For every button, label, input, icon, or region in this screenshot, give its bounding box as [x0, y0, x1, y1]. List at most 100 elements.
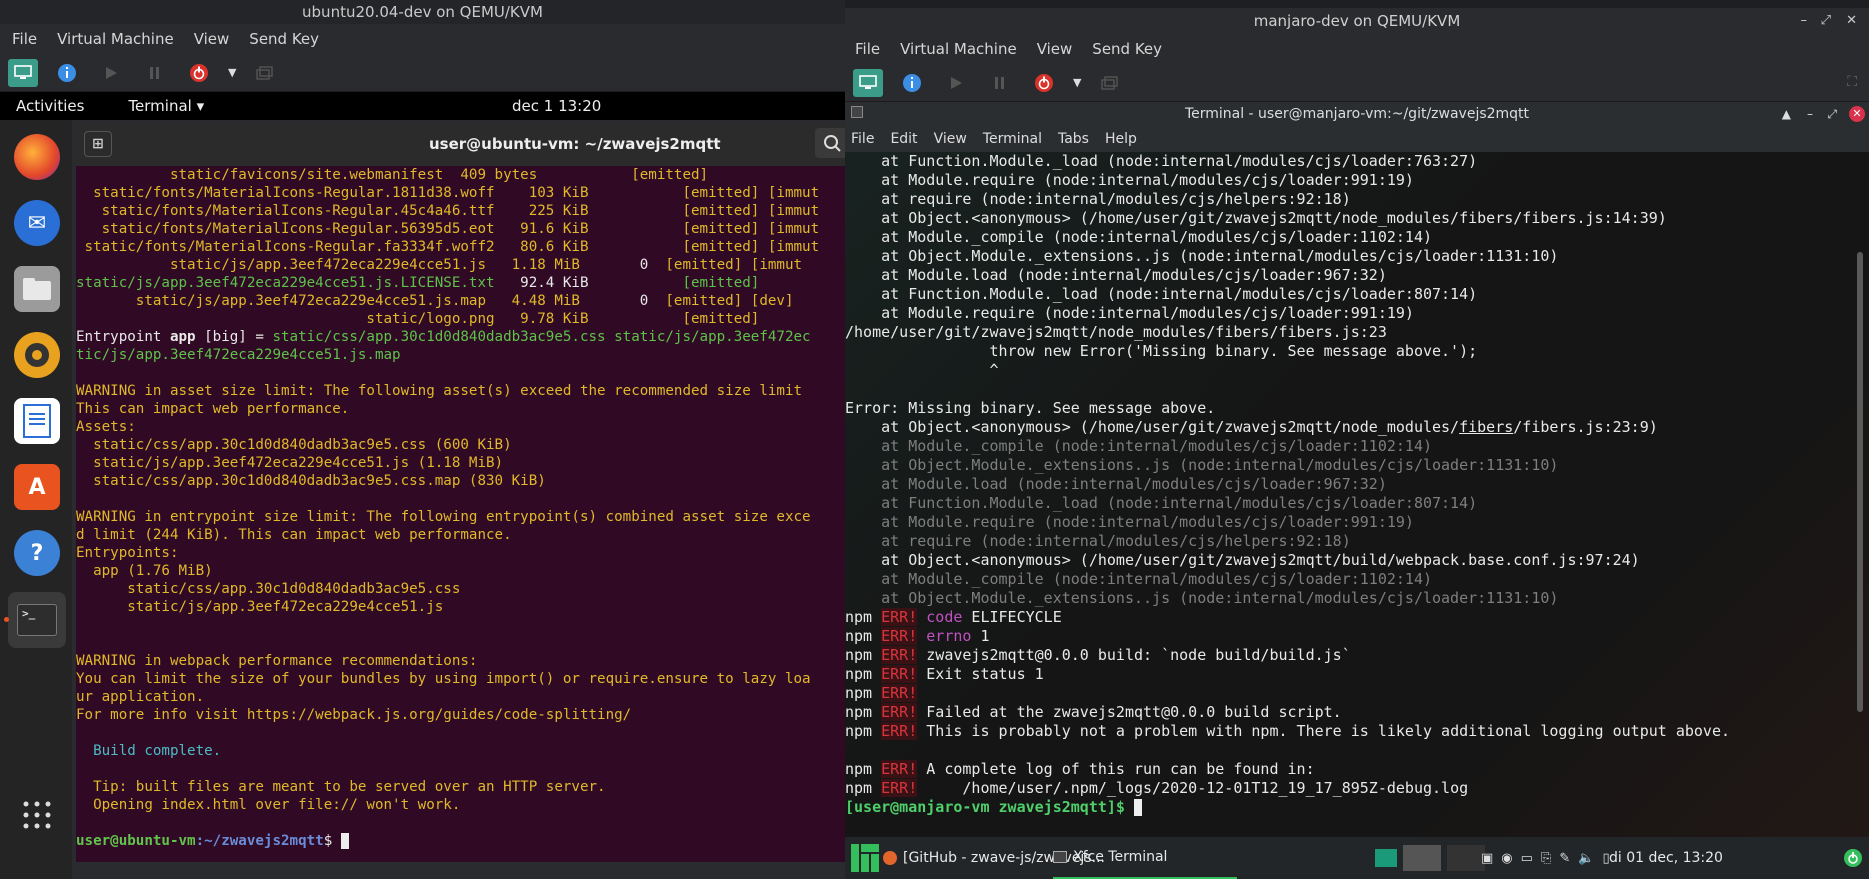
- xfce-terminal-window[interactable]: Terminal - user@manjaro-vm:~/git/zwavejs…: [845, 102, 1869, 837]
- menu-view[interactable]: View: [194, 30, 230, 48]
- info-icon: [58, 63, 76, 82]
- workspace-3[interactable]: [1447, 845, 1485, 871]
- taskbar-terminal[interactable]: Xfce Terminal: [1053, 837, 1238, 879]
- workspace-2[interactable]: [1403, 845, 1441, 871]
- maximize-button[interactable]: ⤢: [1827, 102, 1837, 126]
- app-menu[interactable]: Terminal ▾: [128, 97, 204, 115]
- menu-send-key[interactable]: Send Key: [1092, 40, 1162, 58]
- shell-prompt[interactable]: user@ubuntu-vm:~/zwavejs2mqtt$: [76, 832, 845, 850]
- pause-button[interactable]: [985, 69, 1015, 97]
- terminal-line: at Object.<anonymous> (/home/user/git/zw…: [845, 551, 1640, 569]
- new-tab-icon: ⊞: [92, 136, 104, 152]
- terminal-line: at Module._compile (node:internal/module…: [845, 570, 1432, 588]
- clock-label: di 01 dec, 13:20: [1609, 850, 1723, 866]
- workspace-1[interactable]: [1375, 849, 1397, 867]
- fullscreen-icon[interactable]: ⛶: [1847, 74, 1857, 90]
- new-tab-button[interactable]: ⊞: [84, 131, 112, 157]
- ubuntu-terminal-window[interactable]: ⊞ user@ubuntu-vm: ~/zwavejs2mqtt static/…: [76, 122, 845, 862]
- thunderbird-icon[interactable]: ✉: [14, 200, 60, 246]
- menu-send-key[interactable]: Send Key: [249, 30, 319, 48]
- taskbar-terminal-label: Xfce Terminal: [1073, 849, 1168, 865]
- menu-virtual-machine[interactable]: Virtual Machine: [900, 40, 1017, 58]
- attachment-icon[interactable]: ✎: [1559, 851, 1570, 866]
- menu-edit[interactable]: Edit: [890, 131, 917, 147]
- menu-tabs[interactable]: Tabs: [1058, 131, 1089, 147]
- snapshot-button[interactable]: [1095, 69, 1125, 97]
- maximize-button[interactable]: ⤢: [1821, 8, 1831, 34]
- details-button[interactable]: [897, 69, 927, 97]
- power-menu-button[interactable]: [1843, 848, 1863, 868]
- menu-file[interactable]: File: [12, 30, 37, 48]
- run-button[interactable]: [941, 69, 971, 97]
- libreoffice-writer-icon[interactable]: [14, 398, 60, 444]
- terminal-line: app (1.76 MiB): [76, 563, 213, 579]
- workspace-switcher[interactable]: [1375, 845, 1485, 871]
- info-icon: [903, 73, 921, 92]
- manjaro-vm-window: manjaro-dev on QEMU/KVM – ⤢ ✕ File Virtu…: [845, 8, 1869, 879]
- show-applications-icon[interactable]: [22, 800, 52, 830]
- shutdown-menu-arrow[interactable]: ▼: [1073, 76, 1081, 89]
- network-icon[interactable]: ▣: [1481, 851, 1493, 866]
- shade-button[interactable]: ▲: [1782, 102, 1791, 126]
- terminal-line: Entrypoint app [big] = static/css/app.30…: [76, 329, 811, 345]
- minimize-button[interactable]: –: [1807, 102, 1813, 126]
- run-button[interactable]: [96, 59, 126, 87]
- terminal-line: static/fonts/MaterialIcons-Regular.1811d…: [76, 185, 820, 201]
- ubuntu-software-icon[interactable]: A: [14, 464, 60, 510]
- text-cursor: [1133, 799, 1142, 816]
- console-view-button[interactable]: [853, 68, 883, 97]
- terminal-line: static/js/app.3eef472eca229e4cce51.js 1.…: [76, 257, 803, 273]
- menu-terminal[interactable]: Terminal: [983, 131, 1042, 147]
- terminal-dock-icon[interactable]: >_: [8, 592, 66, 648]
- terminal-line: static/js/app.3eef472eca229e4cce51.js.ma…: [76, 293, 794, 309]
- terminal-line: throw new Error('Missing binary. See mes…: [845, 342, 1478, 360]
- clock[interactable]: di 01 dec, 13:20: [1609, 850, 1723, 866]
- clipboard-icon[interactable]: ⎘: [1541, 851, 1551, 866]
- menu-file[interactable]: File: [855, 40, 880, 58]
- console-view-button[interactable]: [8, 58, 38, 87]
- pause-button[interactable]: [140, 59, 170, 87]
- terminal-line: npm ERR! /home/user/.npm/_logs/2020-12-0…: [845, 779, 1469, 797]
- shutdown-menu-arrow[interactable]: ▼: [228, 66, 236, 79]
- notification-icon[interactable]: ▭: [1521, 851, 1533, 866]
- help-icon[interactable]: ?: [14, 530, 60, 576]
- power-icon: [1844, 849, 1862, 867]
- shutdown-button[interactable]: [1029, 69, 1059, 97]
- terminal-line: npm ERR! A complete log of this run can …: [845, 760, 1315, 778]
- terminal-line: ^: [845, 361, 999, 379]
- minimize-button[interactable]: –: [1801, 8, 1808, 34]
- whisker-menu-button[interactable]: [851, 844, 879, 872]
- menu-help[interactable]: Help: [1105, 131, 1137, 147]
- updates-icon[interactable]: ◉: [1501, 851, 1512, 866]
- window-title: manjaro-dev on QEMU/KVM – ⤢ ✕: [845, 8, 1869, 34]
- menu-file[interactable]: File: [851, 131, 874, 147]
- terminal-line: /home/user/git/zwavejs2mqtt/node_modules…: [845, 323, 1387, 341]
- snapshot-button[interactable]: [250, 59, 280, 87]
- terminal-line: at Object.Module._extensions..js (node:i…: [845, 589, 1559, 607]
- pause-icon: [995, 76, 1004, 89]
- shell-prompt[interactable]: [user@manjaro-vm zwavejs2mqtt]$: [845, 798, 1869, 817]
- details-button[interactable]: [52, 59, 82, 87]
- terminal-line: ur application.: [76, 689, 205, 705]
- shutdown-button[interactable]: [184, 59, 214, 87]
- menu-virtual-machine[interactable]: Virtual Machine: [57, 30, 174, 48]
- rhythmbox-icon[interactable]: [14, 332, 60, 378]
- firefox-icon[interactable]: [14, 134, 60, 180]
- terminal-output[interactable]: static/favicons/site.webmanifest 409 byt…: [76, 166, 845, 862]
- clock[interactable]: dec 1 13:20: [512, 97, 601, 115]
- activities-button[interactable]: Activities: [16, 97, 84, 115]
- terminal-line: WARNING in entrypoint size limit: The fo…: [76, 509, 811, 525]
- gnome-top-bar: Activities Terminal ▾ dec 1 13:20: [0, 92, 845, 120]
- vm-toolbar: ▼: [0, 54, 845, 92]
- close-button[interactable]: ✕: [1849, 106, 1865, 122]
- files-icon[interactable]: [14, 266, 60, 312]
- menu-view[interactable]: View: [1037, 40, 1073, 58]
- terminal-output[interactable]: at Function.Module._load (node:internal/…: [845, 152, 1869, 837]
- menu-view[interactable]: View: [934, 131, 967, 147]
- close-button[interactable]: ✕: [1846, 8, 1857, 34]
- play-icon: [106, 66, 117, 79]
- search-button[interactable]: [815, 128, 845, 158]
- terminal-line: at Module._compile (node:internal/module…: [845, 228, 1432, 246]
- volume-icon[interactable]: 🔈: [1578, 851, 1594, 866]
